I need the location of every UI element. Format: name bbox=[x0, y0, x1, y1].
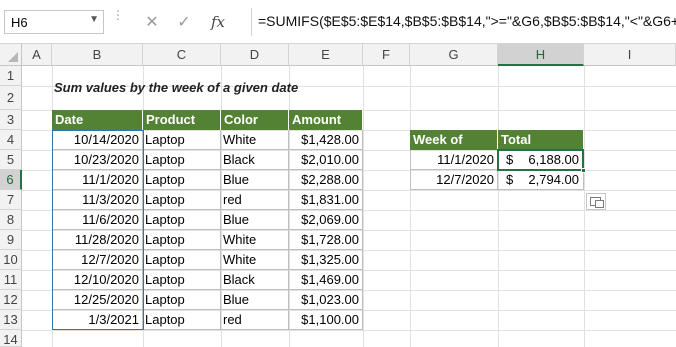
amount-cell[interactable]: $1,325.00 bbox=[289, 250, 363, 270]
select-all-button[interactable] bbox=[0, 44, 22, 66]
row-header-2[interactable]: 2 bbox=[0, 86, 22, 110]
select-all-triangle-icon bbox=[8, 52, 18, 62]
gridline bbox=[410, 66, 411, 347]
fill-handle[interactable] bbox=[581, 168, 586, 173]
table-header-amount[interactable]: Amount bbox=[289, 110, 363, 130]
gridline bbox=[363, 66, 364, 347]
product-cell[interactable]: Laptop bbox=[143, 170, 221, 190]
product-cell[interactable]: Laptop bbox=[143, 290, 221, 310]
color-cell[interactable]: Blue bbox=[221, 170, 289, 190]
color-cell[interactable]: Blue bbox=[221, 210, 289, 230]
column-header-h[interactable]: H bbox=[498, 44, 584, 66]
formula-input[interactable]: =SUMIFS($E$5:$E$14,$B$5:$B$14,">="&G6,$B… bbox=[258, 13, 676, 29]
row-header-6[interactable]: 6 bbox=[0, 170, 22, 190]
color-cell[interactable]: White bbox=[221, 130, 289, 150]
summary-header-total[interactable]: Total bbox=[498, 130, 584, 150]
insert-function-icon[interactable]: fx bbox=[206, 10, 230, 34]
color-cell[interactable]: Black bbox=[221, 150, 289, 170]
product-cell[interactable]: Laptop bbox=[143, 310, 221, 330]
total-value: 6,188.00 bbox=[528, 152, 579, 167]
row-header-4[interactable]: 4 bbox=[0, 130, 22, 150]
color-cell[interactable]: red bbox=[221, 310, 289, 330]
row-header-7[interactable]: 7 bbox=[0, 190, 22, 210]
date-cell[interactable]: 11/3/2020 bbox=[52, 190, 143, 210]
color-cell[interactable]: White bbox=[221, 230, 289, 250]
table-header-product[interactable]: Product bbox=[143, 110, 221, 130]
amount-cell[interactable]: $1,023.00 bbox=[289, 290, 363, 310]
name-box-value: H6 bbox=[11, 15, 28, 30]
row-header-14[interactable]: 14 bbox=[0, 330, 22, 347]
amount-cell[interactable]: $2,288.00 bbox=[289, 170, 363, 190]
product-cell[interactable]: Laptop bbox=[143, 210, 221, 230]
column-header-i[interactable]: I bbox=[584, 44, 676, 66]
formula-bar-divider bbox=[251, 8, 252, 36]
formula-bar-grip-icon: ⋮ bbox=[112, 8, 124, 22]
date-cell[interactable]: 10/23/2020 bbox=[52, 150, 143, 170]
date-cell[interactable]: 10/14/2020 bbox=[52, 130, 143, 150]
amount-cell[interactable]: $1,469.00 bbox=[289, 270, 363, 290]
chevron-down-icon[interactable]: ▼ bbox=[89, 14, 99, 25]
enter-icon[interactable]: ✓ bbox=[172, 10, 196, 34]
date-cell[interactable]: 11/1/2020 bbox=[52, 170, 143, 190]
currency-symbol: $ bbox=[506, 172, 514, 187]
product-cell[interactable]: Laptop bbox=[143, 130, 221, 150]
row-header-12[interactable]: 12 bbox=[0, 290, 22, 310]
color-cell[interactable]: Blue bbox=[221, 290, 289, 310]
cancel-icon[interactable]: ✕ bbox=[140, 10, 164, 34]
amount-cell[interactable]: $1,100.00 bbox=[289, 310, 363, 330]
gridline bbox=[22, 330, 676, 331]
amount-cell[interactable]: $1,428.00 bbox=[289, 130, 363, 150]
page-icon bbox=[595, 200, 604, 208]
row-header-13[interactable]: 13 bbox=[0, 310, 22, 330]
row-header-10[interactable]: 10 bbox=[0, 250, 22, 270]
name-box[interactable]: H6 ▼ bbox=[4, 10, 104, 34]
amount-cell[interactable]: $2,010.00 bbox=[289, 150, 363, 170]
row-header-8[interactable]: 8 bbox=[0, 210, 22, 230]
column-header-g[interactable]: G bbox=[410, 44, 498, 66]
date-cell[interactable]: 12/25/2020 bbox=[52, 290, 143, 310]
total-cell[interactable]: $ 6,188.00 bbox=[498, 150, 584, 170]
week-cell[interactable]: 11/1/2020 bbox=[410, 150, 498, 170]
date-cell[interactable]: 12/7/2020 bbox=[52, 250, 143, 270]
row-header-3[interactable]: 3 bbox=[0, 110, 22, 130]
table-header-color[interactable]: Color bbox=[221, 110, 289, 130]
column-header-a[interactable]: A bbox=[22, 44, 52, 66]
paste-options-icon[interactable] bbox=[586, 193, 606, 210]
product-cell[interactable]: Laptop bbox=[143, 250, 221, 270]
row-header-11[interactable]: 11 bbox=[0, 270, 22, 290]
row-header-1[interactable]: 1 bbox=[0, 66, 22, 86]
color-cell[interactable]: Black bbox=[221, 270, 289, 290]
currency-symbol: $ bbox=[506, 152, 514, 167]
product-cell[interactable]: Laptop bbox=[143, 230, 221, 250]
color-cell[interactable]: White bbox=[221, 250, 289, 270]
date-cell[interactable]: 11/6/2020 bbox=[52, 210, 143, 230]
date-cell[interactable]: 12/10/2020 bbox=[52, 270, 143, 290]
table-header-date[interactable]: Date bbox=[52, 110, 143, 130]
date-cell[interactable]: 1/3/2021 bbox=[52, 310, 143, 330]
total-value: 2,794.00 bbox=[528, 172, 579, 187]
amount-cell[interactable]: $2,069.00 bbox=[289, 210, 363, 230]
column-header-f[interactable]: F bbox=[363, 44, 410, 66]
sheet-title[interactable]: Sum values by the week of a given date bbox=[54, 80, 298, 95]
column-header-e[interactable]: E bbox=[289, 44, 363, 66]
amount-cell[interactable]: $1,831.00 bbox=[289, 190, 363, 210]
summary-header-week[interactable]: Week of bbox=[410, 130, 498, 150]
column-header-b[interactable]: B bbox=[52, 44, 143, 66]
color-cell[interactable]: red bbox=[221, 190, 289, 210]
gridline bbox=[584, 66, 585, 347]
product-cell[interactable]: Laptop bbox=[143, 190, 221, 210]
product-cell[interactable]: Laptop bbox=[143, 270, 221, 290]
amount-cell[interactable]: $1,728.00 bbox=[289, 230, 363, 250]
gridline bbox=[498, 66, 499, 347]
total-cell[interactable]: $ 2,794.00 bbox=[498, 170, 584, 190]
row-header-5[interactable]: 5 bbox=[0, 150, 22, 170]
week-cell[interactable]: 12/7/2020 bbox=[410, 170, 498, 190]
product-cell[interactable]: Laptop bbox=[143, 150, 221, 170]
date-cell[interactable]: 11/28/2020 bbox=[52, 230, 143, 250]
formula-bar-area: H6 ▼ ⋮ ✕ ✓ fx =SUMIFS($E$5:$E$14,$B$5:$B… bbox=[0, 0, 676, 44]
row-header-9[interactable]: 9 bbox=[0, 230, 22, 250]
column-header-d[interactable]: D bbox=[221, 44, 289, 66]
column-header-c[interactable]: C bbox=[143, 44, 221, 66]
